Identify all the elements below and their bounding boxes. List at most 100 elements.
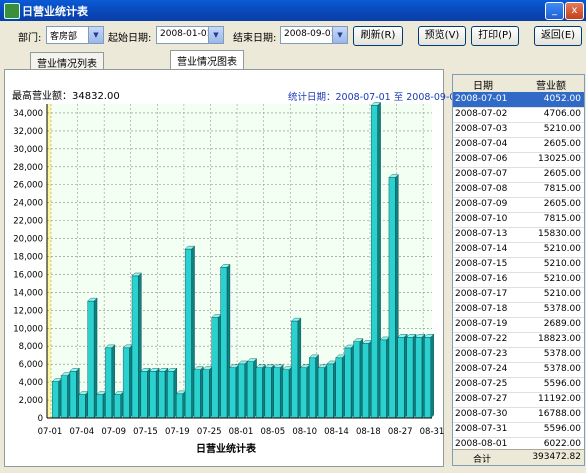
x-tick-label: 07-19 [165,427,190,437]
table-row[interactable]: 2008-07-02 4706.00 [453,107,584,123]
cell-date: 2008-07-04 [455,139,508,149]
cell-revenue: 13025.00 [538,154,581,164]
cell-revenue: 5210.00 [543,124,581,134]
column-header-date: 日期 [473,81,493,92]
bar [344,347,352,419]
cell-revenue: 5210.00 [543,289,581,299]
table-header: 日期 营业额 [453,75,584,93]
cell-date: 2008-07-14 [455,244,508,254]
y-tick-label: 28,000 [13,163,43,173]
bar-side [430,333,434,419]
bar [246,361,254,419]
bar [193,369,201,419]
column-header-revenue: 营业额 [536,81,566,92]
bar [379,339,387,419]
cell-revenue: 2689.00 [543,319,581,329]
table-row[interactable]: 2008-07-30 16788.00 [453,407,584,423]
total-value: 393472.82 [532,452,581,462]
table-row[interactable]: 2008-07-10 7815.00 [453,212,584,228]
chart-back-wall [47,104,51,418]
bar [388,177,396,419]
bar [158,371,166,419]
bar [105,347,112,419]
table-row[interactable]: 2008-07-25 5596.00 [453,377,584,393]
table-row[interactable]: 2008-07-04 2605.00 [453,137,584,153]
table-row[interactable]: 2008-07-13 15830.00 [453,227,584,243]
x-tick-label: 07-04 [69,427,94,437]
y-tick-label: 4,000 [19,378,43,388]
x-tick-label: 07-09 [101,427,126,437]
cell-revenue: 5378.00 [543,349,581,359]
table-row[interactable]: 2008-07-09 2605.00 [453,197,584,213]
cell-date: 2008-07-24 [455,364,508,374]
table-row[interactable]: 2008-07-17 5210.00 [453,287,584,303]
x-tick-label: 08-31 [420,427,445,437]
revenue-table[interactable]: 日期 营业额 2008-07-01 4052.00 2008-07-02 4706.0… [452,74,585,466]
table-row[interactable]: 2008-07-06 13025.00 [453,152,584,168]
table-row[interactable]: 2008-07-22 18823.00 [453,332,584,348]
y-tick-label: 10,000 [13,324,43,334]
bar [184,248,192,419]
cell-date: 2008-07-06 [455,154,508,164]
cell-date: 2008-07-07 [455,169,508,179]
table-row[interactable]: 2008-07-15 5210.00 [453,257,584,273]
table-row[interactable]: 2008-07-16 5210.00 [453,272,584,288]
bar [114,394,121,419]
table-row[interactable]: 2008-07-08 7815.00 [453,182,584,198]
cell-revenue: 5378.00 [543,304,581,314]
y-tick-label: 12,000 [13,306,43,316]
x-tick-label: 08-27 [388,427,413,437]
bar [52,381,59,419]
bar [78,394,86,419]
cell-date: 2008-08-01 [455,439,508,449]
cell-date: 2008-07-17 [455,289,508,299]
table-row[interactable]: 2008-07-24 5378.00 [453,362,584,378]
bar [424,337,431,419]
cell-date: 2008-07-23 [455,349,508,359]
bar [317,367,325,419]
bar [238,363,245,419]
x-tick-label: 07-25 [197,427,222,437]
y-tick-label: 0 [38,414,43,424]
cell-date: 2008-07-13 [455,229,508,239]
total-label: 合计 [473,455,492,465]
bar [308,357,316,419]
y-tick-label: 8,000 [19,342,43,352]
cell-revenue: 4706.00 [543,109,581,119]
y-tick-label: 32,000 [13,127,43,137]
cell-revenue: 2605.00 [543,169,581,179]
cell-revenue: 16788.00 [538,409,581,419]
table-row[interactable]: 2008-07-23 5378.00 [453,347,584,363]
table-row[interactable]: 2008-07-01 4052.00 [453,92,584,108]
cell-revenue: 7815.00 [543,214,581,224]
bar [264,367,272,419]
table-row[interactable]: 2008-07-03 5210.00 [453,122,584,138]
table-row[interactable]: 2008-07-27 11192.00 [453,392,584,408]
bar [167,371,175,419]
table-row[interactable]: 2008-07-31 5596.00 [453,422,584,438]
bar [131,275,139,419]
y-tick-label: 26,000 [13,181,43,191]
bar [122,347,130,419]
y-tick-label: 18,000 [13,253,43,263]
bar [300,367,307,419]
cell-date: 2008-07-30 [455,409,508,419]
table-row[interactable]: 2008-07-07 2605.00 [453,167,584,183]
table-row[interactable]: 2008-07-14 5210.00 [453,242,584,258]
table-row[interactable]: 2008-07-18 5378.00 [453,302,584,318]
bar [96,394,104,419]
y-tick-label: 20,000 [13,235,43,245]
cell-revenue: 18823.00 [538,334,581,344]
cell-date: 2008-07-10 [455,214,508,224]
cell-revenue: 5596.00 [543,379,581,389]
bar [282,369,290,419]
cell-revenue: 2605.00 [543,139,581,149]
cell-date: 2008-07-27 [455,394,508,404]
x-tick-label: 08-18 [356,427,381,437]
cell-date: 2008-07-25 [455,379,508,389]
table-row[interactable]: 2008-07-19 2689.00 [453,317,584,333]
bar [291,320,299,419]
cell-date: 2008-07-15 [455,259,508,269]
bar [220,267,228,419]
cell-revenue: 5210.00 [543,244,581,254]
